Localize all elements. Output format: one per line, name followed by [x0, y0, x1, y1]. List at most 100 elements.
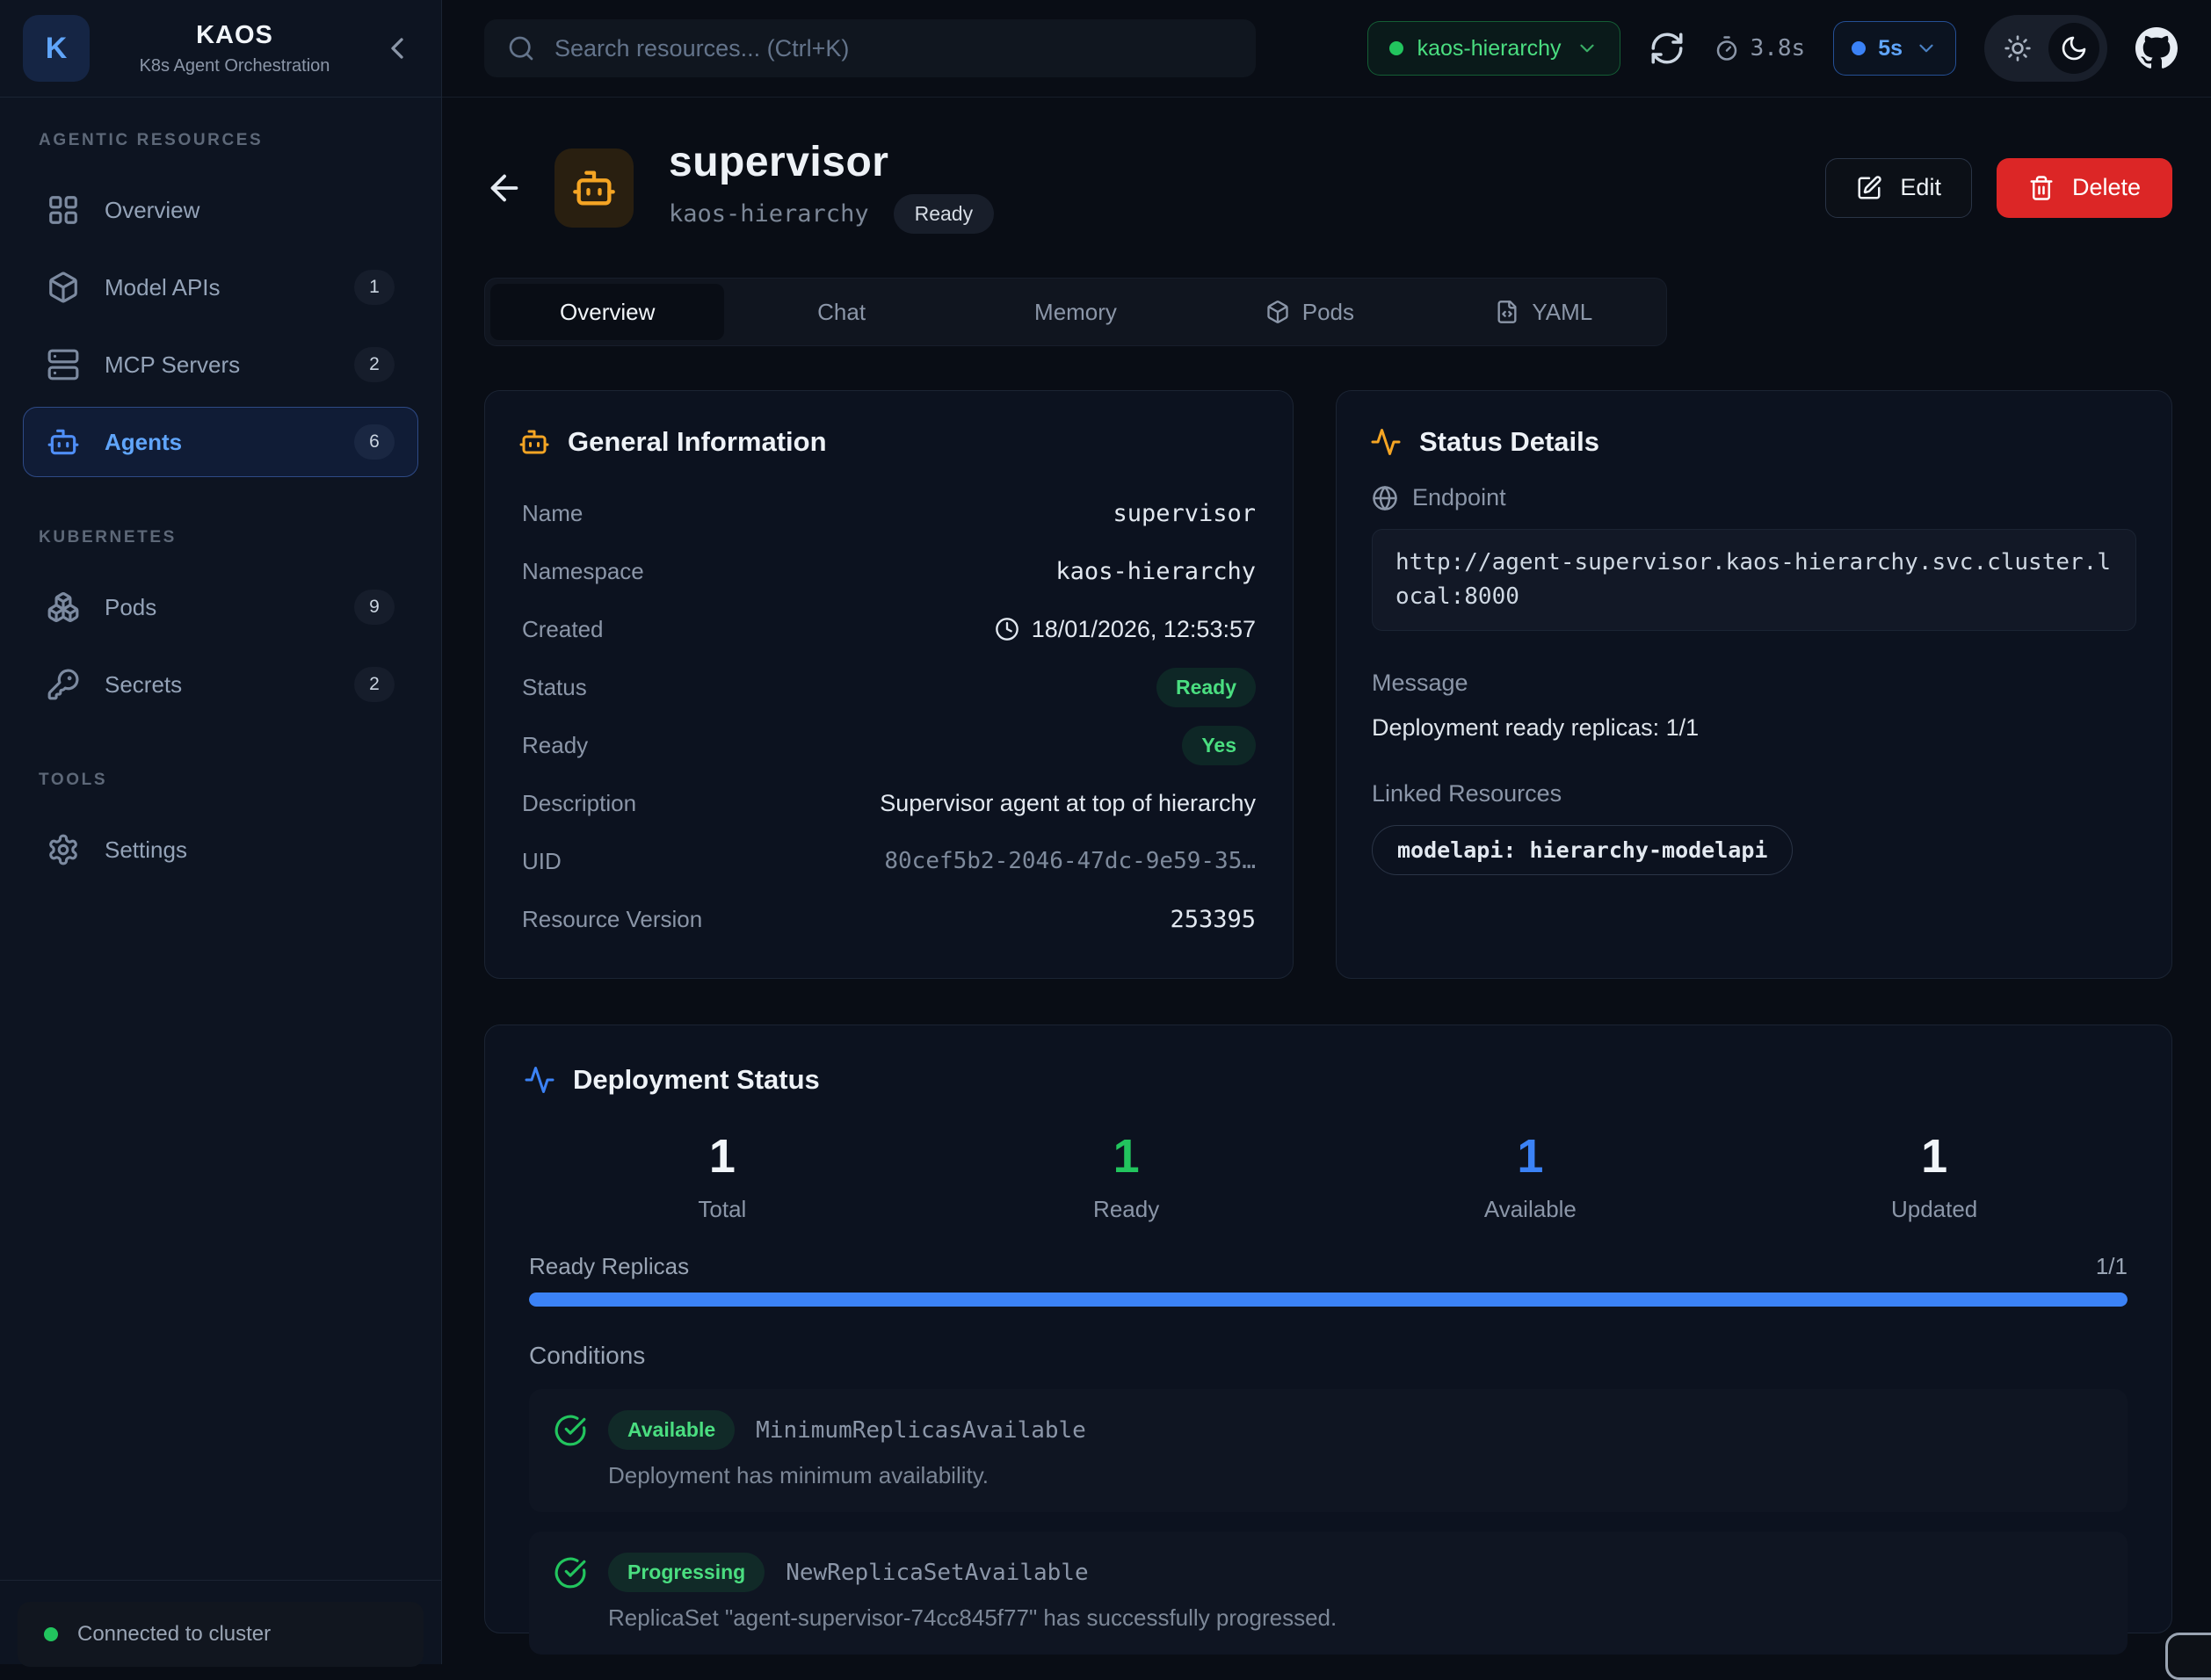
count-badge: 2 [354, 347, 395, 382]
ready-replicas-label: Ready Replicas [529, 1253, 689, 1280]
sidebar-item-label: Agents [105, 429, 182, 456]
count-badge: 1 [354, 270, 395, 305]
app-logo: K [23, 15, 90, 82]
sidebar-item-label: MCP Servers [105, 351, 240, 379]
github-link[interactable] [2135, 27, 2178, 69]
connection-status-label: Connected to cluster [77, 1622, 271, 1647]
stat-label: Updated [1732, 1196, 2136, 1223]
tab-overview[interactable]: Overview [490, 284, 724, 340]
info-row-uid: UID 80cef5b2-2046-47dc-9e59-35… [515, 832, 1263, 890]
info-label: Resource Version [522, 906, 702, 933]
trash-icon [2028, 175, 2055, 201]
stat-value: 1 [520, 1133, 924, 1180]
ready-replicas-row: Ready Replicas 1/1 [529, 1253, 2128, 1280]
refresh-button[interactable] [1649, 30, 1685, 67]
offscreen-corner-widget[interactable] [2165, 1633, 2211, 1680]
info-value: Supervisor agent at top of hierarchy [880, 790, 1256, 817]
check-circle-icon [554, 1556, 587, 1589]
app-subtitle: K8s Agent Orchestration [111, 56, 359, 76]
sidebar-item-agents[interactable]: Agents 6 [23, 407, 418, 477]
info-row-namespace: Namespace kaos-hierarchy [515, 542, 1263, 600]
github-icon [2135, 27, 2178, 69]
sidebar-footer: Connected to cluster [0, 1580, 441, 1664]
info-row-status: Status Ready [515, 658, 1263, 716]
sidebar-item-secrets[interactable]: Secrets 2 [23, 649, 418, 720]
app-title-block: KAOS K8s Agent Orchestration [111, 21, 359, 76]
replicas-progress-track [529, 1293, 2128, 1307]
card-title-row: Deployment Status [524, 1064, 2133, 1096]
info-label: Name [522, 500, 583, 527]
chevron-left-icon [380, 31, 415, 66]
stat-label: Total [520, 1196, 924, 1223]
info-row-name: Name supervisor [515, 484, 1263, 542]
tab-chat[interactable]: Chat [724, 284, 958, 340]
light-theme-button[interactable] [1992, 23, 2043, 74]
info-value: 253395 [1170, 906, 1256, 933]
sidebar-item-label: Model APIs [105, 274, 221, 301]
endpoint-label-row: Endpoint [1372, 484, 2136, 511]
info-label: Namespace [522, 558, 644, 585]
activity-icon [524, 1064, 555, 1096]
check-circle-icon [554, 1414, 587, 1447]
section-label-agentic-resources: AGENTIC RESOURCES [23, 131, 418, 150]
namespace-selector[interactable]: kaos-hierarchy [1367, 21, 1620, 76]
sidebar-nav: AGENTIC RESOURCES Overview Model APIs 1 … [0, 98, 441, 1580]
linked-resources-label: Linked Resources [1372, 780, 2136, 807]
cube-icon [1265, 300, 1290, 324]
edit-button[interactable]: Edit [1825, 158, 1972, 218]
interval-status-dot [1852, 41, 1866, 55]
condition-message: ReplicaSet "agent-supervisor-74cc845f77"… [608, 1604, 2103, 1632]
condition-reason: MinimumReplicasAvailable [756, 1417, 1086, 1444]
sidebar-item-overview[interactable]: Overview [23, 175, 418, 245]
theme-toggle [1984, 15, 2107, 82]
file-code-icon [1495, 300, 1519, 324]
created-value: 18/01/2026, 12:53:57 [1032, 616, 1256, 643]
linked-resource-chip[interactable]: modelapi: hierarchy-modelapi [1372, 825, 1793, 875]
sidebar-item-label: Pods [105, 594, 156, 621]
main-area: kaos-hierarchy 3.8s [442, 0, 2211, 1664]
refresh-interval-selector[interactable]: 5s [1833, 21, 1956, 76]
topbar-controls: kaos-hierarchy 3.8s [1367, 15, 2178, 82]
search-box[interactable] [484, 19, 1256, 77]
sidebar-collapse-button[interactable] [380, 31, 415, 66]
search-input[interactable] [553, 34, 1233, 63]
delete-button-label: Delete [2072, 174, 2141, 201]
info-value: kaos-hierarchy [1055, 558, 1256, 585]
tab-yaml[interactable]: YAML [1427, 284, 1661, 340]
resource-header: supervisor kaos-hierarchy Ready Edit [484, 141, 2172, 234]
tab-pods[interactable]: Pods [1192, 284, 1426, 340]
back-button[interactable] [484, 168, 525, 208]
sidebar-item-pods[interactable]: Pods 9 [23, 572, 418, 642]
count-badge: 9 [354, 590, 395, 625]
status-details-card: Status Details Endpoint http://agent-sup… [1336, 390, 2172, 979]
arrow-left-icon [484, 168, 525, 208]
ready-replicas-value: 1/1 [2096, 1253, 2128, 1280]
app-root: K KAOS K8s Agent Orchestration AGENTIC R… [0, 0, 2211, 1664]
load-time-indicator: 3.8s [1714, 35, 1806, 62]
chevron-down-icon [1576, 37, 1598, 60]
card-title: Deployment Status [573, 1064, 820, 1096]
dark-theme-button[interactable] [2048, 23, 2099, 74]
delete-button[interactable]: Delete [1997, 158, 2172, 218]
sidebar-item-settings[interactable]: Settings [23, 815, 418, 885]
condition-progressing: Progressing NewReplicaSetAvailable Repli… [529, 1532, 2128, 1655]
search-icon [507, 34, 535, 62]
info-label: Status [522, 674, 587, 701]
info-row-created: Created 18/01/2026, 12:53:57 [515, 600, 1263, 658]
title-subrow: kaos-hierarchy Ready [669, 194, 994, 234]
refresh-interval-value: 5s [1878, 36, 1903, 62]
condition-available: Available MinimumReplicasAvailable Deplo… [529, 1389, 2128, 1512]
clock-icon [995, 617, 1019, 641]
sidebar-item-label: Settings [105, 836, 187, 864]
stat-value: 1 [1732, 1133, 2136, 1180]
edit-button-label: Edit [1900, 174, 1941, 201]
robot-icon [518, 426, 550, 458]
sidebar-item-model-apis[interactable]: Model APIs 1 [23, 252, 418, 322]
tab-memory[interactable]: Memory [959, 284, 1192, 340]
sidebar-item-mcp-servers[interactable]: MCP Servers 2 [23, 329, 418, 400]
count-badge: 2 [354, 667, 395, 702]
deployment-stats: 1 Total 1 Ready 1 Available 1 Updated [520, 1133, 2136, 1223]
title-block: supervisor kaos-hierarchy Ready [669, 141, 994, 234]
general-information-card: General Information Name supervisor Name… [484, 390, 1294, 979]
condition-reason: NewReplicaSetAvailable [786, 1560, 1088, 1586]
